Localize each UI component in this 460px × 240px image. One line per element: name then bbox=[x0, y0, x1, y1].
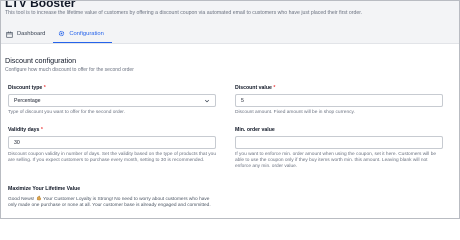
calendar-icon bbox=[6, 31, 13, 38]
discount-type-select[interactable]: Percentage bbox=[8, 94, 216, 107]
required-mark: * bbox=[273, 85, 276, 91]
tab-dashboard[interactable]: Dashboard bbox=[1, 25, 53, 43]
section-description: Configure how much discount to offer for… bbox=[5, 67, 134, 73]
gear-icon bbox=[59, 30, 65, 37]
tab-bar: Dashboard Configuration bbox=[1, 25, 112, 43]
discount-value-field: Discount value * 5 Discount amount. Fixe… bbox=[235, 85, 443, 116]
discount-type-value: Percentage bbox=[14, 97, 41, 104]
discount-value-text: 5 bbox=[241, 97, 244, 104]
min-order-value-input[interactable] bbox=[235, 136, 443, 149]
validity-days-text: 30 bbox=[14, 139, 20, 146]
main-content: Discount configuration Configure how muc… bbox=[5, 55, 455, 73]
min-order-value-field: Min. order value If you want to enforce … bbox=[235, 127, 443, 171]
discount-value-help: Discount amount. Fixed amount will be in… bbox=[235, 110, 355, 115]
header: LTV Booster This tool is to increase the… bbox=[1, 1, 459, 44]
discount-value-input[interactable]: 5 bbox=[235, 94, 443, 107]
required-mark: * bbox=[40, 127, 43, 133]
validity-days-label: Validity days * bbox=[8, 127, 43, 133]
strong-arm-icon bbox=[36, 195, 41, 201]
tab-configuration-label: Configuration bbox=[69, 30, 104, 37]
maximize-title: Maximize Your Lifetime Value bbox=[8, 186, 81, 192]
tab-configuration[interactable]: Configuration bbox=[53, 25, 112, 43]
discount-type-help: Type of discount you want to offer for t… bbox=[8, 110, 125, 115]
validity-days-help: Discount coupon validity in number of da… bbox=[8, 152, 216, 164]
tab-dashboard-label: Dashboard bbox=[17, 31, 46, 37]
app-window: LTV Booster This tool is to increase the… bbox=[0, 0, 460, 219]
required-mark: * bbox=[43, 85, 46, 91]
min-order-value-help: If you want to enforce min. order amount… bbox=[235, 152, 437, 170]
maximize-text: Good News! Your Customer Loyalty is Stro… bbox=[8, 195, 218, 210]
discount-type-field: Discount type * Percentage Type of disco… bbox=[8, 85, 216, 116]
app-description: This tool is to increase the lifetime va… bbox=[5, 10, 363, 16]
app-title: LTV Booster bbox=[5, 0, 76, 10]
maximize-section: Maximize Your Lifetime Value Good News! … bbox=[8, 186, 218, 210]
validity-days-field: Validity days * 30 Discount coupon valid… bbox=[8, 127, 216, 164]
chevron-down-icon bbox=[204, 99, 210, 102]
validity-days-input[interactable]: 30 bbox=[8, 136, 216, 149]
min-order-value-label: Min. order value bbox=[235, 127, 275, 133]
maximize-prefix: Good News! bbox=[8, 197, 35, 202]
discount-value-label: Discount value * bbox=[235, 85, 276, 91]
discount-type-label: Discount type * bbox=[8, 85, 46, 91]
section-title: Discount configuration bbox=[5, 56, 77, 65]
